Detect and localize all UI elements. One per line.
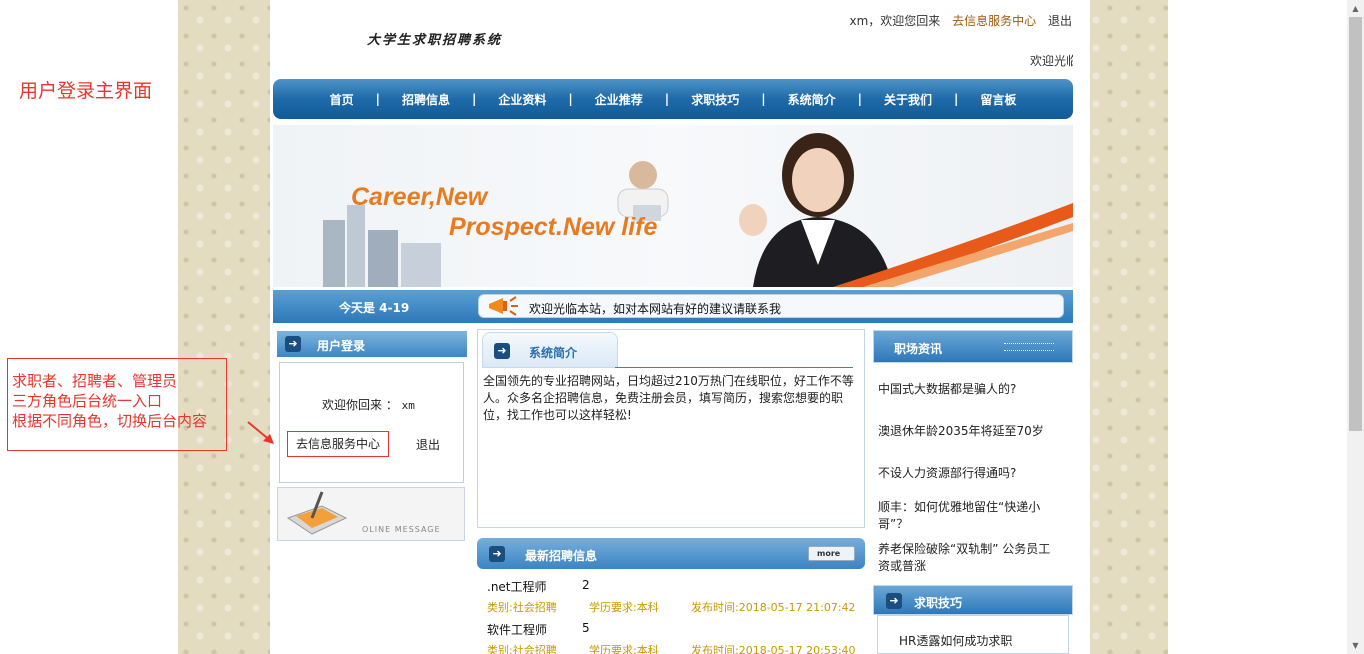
tips-item[interactable]: HR透露如何成功求职 <box>899 632 1012 649</box>
news-item[interactable]: 养老保险破除“双轨制” 公务员工资或普涨 <box>878 541 1060 575</box>
main-nav: 首页 | 招聘信息 | 企业资料 | 企业推荐 | 求职技巧 | 系统简介 | 关于我们 | … <box>273 79 1073 119</box>
top-links: xm，欢迎您回来 去信息服务中心 退出 <box>842 12 1072 29</box>
job-category: 类别:社会招聘 <box>487 601 557 614</box>
job-time: 发布时间:2018-05-17 20:53:40 <box>691 644 856 654</box>
welcome-line: 欢迎你回来 ： xm <box>322 396 415 413</box>
intro-tab: ➜ 系统简介 <box>482 332 618 368</box>
login-panel <box>279 362 464 483</box>
banner-line1: Career,New <box>351 183 488 211</box>
banner-line2: Prospect.New life <box>449 213 658 241</box>
job-category: 类别:社会招聘 <box>487 644 557 654</box>
logout-link[interactable]: 退出 <box>1048 14 1072 28</box>
nav-item-home[interactable]: 首页 <box>308 91 376 108</box>
job-education: 学历要求:本科 <box>589 601 659 614</box>
scrollbar-thumb[interactable] <box>1349 17 1362 431</box>
message-label: OLINE MESSAGE <box>362 525 441 534</box>
news-heading: 职场资讯 <box>894 342 943 356</box>
nav-item-recommend[interactable]: 企业推荐 <box>573 91 665 108</box>
nav-item-intro[interactable]: 系统简介 <box>766 91 858 108</box>
annotation-arrow-icon <box>247 421 274 444</box>
annotation-line: 根据不同角色，切换后台内容 <box>12 412 208 430</box>
message-board-icon <box>286 491 348 535</box>
news-panel-header: 职场资讯 <box>873 330 1073 363</box>
arrow-right-icon: ➜ <box>489 546 505 562</box>
news-item[interactable]: 中国式大数据都是骗人的? <box>878 381 1060 398</box>
tips-panel-header: ➜ 求职技巧 <box>873 585 1073 615</box>
nav-item-jobs[interactable]: 招聘信息 <box>380 91 472 108</box>
nav-item-companies[interactable]: 企业资料 <box>476 91 568 108</box>
jobs-panel-header: ➜ 最新招聘信息 more <box>477 538 865 569</box>
arrow-right-icon: ➜ <box>494 343 510 359</box>
intro-divider <box>615 367 853 368</box>
service-center-link[interactable]: 去信息服务中心 <box>952 14 1036 28</box>
intro-text: 全国领先的专业招聘网站，日均超过210万热门在线职位，好工作不等人。众多名企招聘… <box>483 374 854 422</box>
job-title[interactable]: .net工程师 <box>487 578 547 595</box>
logout-button[interactable]: 退出 <box>416 436 440 453</box>
service-center-button[interactable]: 去信息服务中心 <box>287 431 389 457</box>
online-message-banner[interactable]: OLINE MESSAGE <box>277 487 465 541</box>
annotation-title: 用户登录主界面 <box>19 80 153 102</box>
notice-text: 欢迎光临本站，如对本网站有好的建议请联系我 <box>529 302 782 316</box>
login-heading: 用户登录 <box>317 339 366 353</box>
marquee-text: 欢迎光临 <box>1030 54 1073 68</box>
notice-box: 欢迎光临本站，如对本网站有好的建议请联系我 <box>478 294 1064 318</box>
job-time: 发布时间:2018-05-17 21:07:42 <box>691 601 856 614</box>
news-item[interactable]: 不设人力资源部行得通吗? <box>878 465 1060 482</box>
welcome-text: 欢迎你回来 ： <box>322 398 398 412</box>
annotation-line: 求职者、招聘者、管理员 <box>12 372 178 390</box>
job-education: 学历要求:本科 <box>589 644 659 654</box>
hero-banner: Career,New Prospect.New life <box>273 125 1073 287</box>
megaphone-icon <box>489 296 518 316</box>
nav-item-tips[interactable]: 求职技巧 <box>669 91 761 108</box>
tips-heading: 求职技巧 <box>914 596 963 610</box>
news-item[interactable]: 澳退休年龄2035年将延至70岁 <box>878 423 1060 440</box>
intro-heading: 系统简介 <box>529 346 578 360</box>
nav-item-about[interactable]: 关于我们 <box>862 91 954 108</box>
scroll-down-icon[interactable]: ▼ <box>1347 637 1364 654</box>
login-panel-header: ➜ 用户登录 <box>277 331 467 357</box>
scroll-up-icon[interactable]: ▲ <box>1347 0 1364 17</box>
username: xm <box>401 399 415 412</box>
job-count: 5 <box>582 621 590 635</box>
job-title[interactable]: 软件工程师 <box>487 621 547 638</box>
jobs-heading: 最新招聘信息 <box>525 549 598 563</box>
greeting-text: xm，欢迎您回来 <box>849 14 941 28</box>
job-count: 2 <box>582 578 590 592</box>
site-logo[interactable]: 大学生求职招聘系统 <box>367 29 502 48</box>
nav-item-guestbook[interactable]: 留言板 <box>958 91 1038 108</box>
date-bar: 今天是 4-19 欢迎光临本站，如对本网站有好的建议请联系我 <box>273 290 1073 323</box>
today-date: 今天是 4-19 <box>339 301 410 315</box>
annotation-line: 三方角色后台统一入口 <box>12 392 163 410</box>
arrow-right-icon: ➜ <box>886 593 902 609</box>
annotation-box: 求职者、招聘者、管理员 三方角色后台统一入口 根据不同角色，切换后台内容 <box>7 358 227 451</box>
arrow-right-icon: ➜ <box>285 336 301 352</box>
news-item[interactable]: 顺丰：如何优雅地留住“快递小哥”？ <box>878 499 1060 533</box>
more-button[interactable]: more <box>808 546 855 561</box>
header-decoration <box>1004 343 1054 351</box>
